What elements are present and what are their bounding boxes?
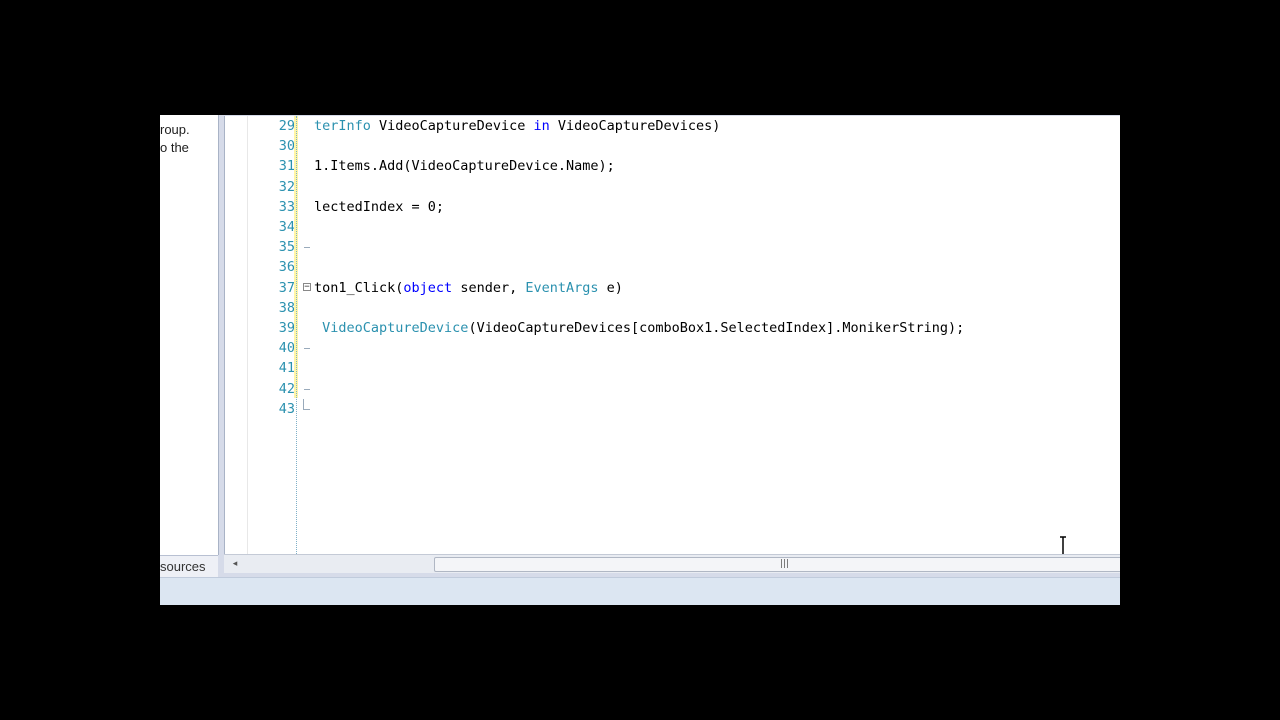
line-number: 36 [278,259,295,276]
line-number: 42 [278,380,295,397]
line-number: 35 [278,239,295,256]
outline-tick-icon [304,388,310,390]
code-token: ton1_Click( [314,279,404,296]
scrollbar-grip-icon: ||| [780,559,790,569]
line-number: 31 [278,158,295,175]
type-token: terInfo [314,118,371,134]
line-number: 40 [278,340,295,357]
code-line[interactable]: 36 [225,257,1120,277]
code-token: VideoCaptureDevices) [549,118,721,134]
code-editor[interactable]: 29 terInfo VideoCaptureDevice in VideoCap… [224,116,1120,558]
code-text: terInfo VideoCaptureDevice in VideoCaptu… [314,116,720,136]
code-token: e) [598,279,623,296]
horizontal-scrollbar[interactable]: ◂ ||| [224,554,1120,573]
line-number: 29 [278,118,295,134]
outline-tick-icon [304,247,310,249]
line-number: 32 [278,178,295,195]
outline-tick-icon [304,348,310,350]
keyword-token: in [533,118,550,134]
code-line[interactable]: 34 [225,217,1120,237]
keyword-token: object [403,279,453,296]
code-token: sender, [452,279,526,296]
type-token: EventArgs [525,279,599,296]
panel-text-line: o the [160,140,189,155]
code-token: 1.Items.Add(VideoCaptureDevice.Name); [314,158,615,175]
solution-explorer-panel: roup. o the [160,115,219,555]
code-line[interactable]: 39 VideoCaptureDevice(VideoCaptureDevice… [225,318,1120,338]
line-number: 38 [278,299,295,316]
code-text: ton1_Click(object sender, EventArgs e) [314,278,623,298]
tab-resources-label: sources [160,559,206,574]
outline-end-icon [303,398,310,410]
type-token: VideoCaptureDevice [322,320,469,336]
tab-resources[interactable]: sources [160,555,218,578]
code-line[interactable]: 33 lectedIndex = 0; [225,197,1120,217]
code-line[interactable]: 29 terInfo VideoCaptureDevice in VideoCap… [225,116,1120,136]
code-token: (VideoCaptureDevices[comboBox1.SelectedI… [468,320,965,336]
code-line[interactable]: 41 [225,358,1120,378]
line-number: 34 [278,219,295,235]
code-token: VideoCaptureDevice [370,118,534,134]
panel-text-line: roup. [160,122,190,137]
scroll-left-arrow-icon[interactable]: ◂ [228,557,242,571]
collapse-icon[interactable]: − [303,282,311,291]
line-number: 30 [278,138,295,155]
status-bar [160,577,1120,605]
code-line[interactable]: 38 [225,298,1120,318]
code-line[interactable]: 43 [225,398,1120,419]
code-line[interactable]: 35 [225,237,1120,257]
code-line[interactable]: 37 ton1_Click(object sender, EventArgs e)… [225,278,1120,298]
line-number: 37 [278,279,295,296]
outline-guide [296,116,297,554]
code-line[interactable]: 32 [225,177,1120,197]
visual-studio-window: roup. o the sources 29 terInfo VideoCaptur… [160,115,1120,605]
code-line[interactable]: 40 [225,338,1120,358]
panel-description-text: roup. o the [160,121,190,157]
line-number: 43 [278,400,295,417]
code-text: 1.Items.Add(VideoCaptureDevice.Name); [314,156,615,176]
line-number: 41 [278,360,295,377]
code-text: VideoCaptureDevice(VideoCaptureDevices[c… [314,318,964,338]
line-number: 33 [278,198,295,215]
code-text: lectedIndex = 0; [314,197,444,217]
code-line[interactable]: 31 1.Items.Add(VideoCaptureDevice.Name); [225,156,1120,176]
scrollbar-thumb[interactable]: ||| [434,557,1120,572]
code-token: lectedIndex = 0; [314,198,445,215]
line-number: 39 [278,320,295,336]
code-line[interactable]: 30 [225,136,1120,156]
code-line[interactable]: 42 [225,379,1120,399]
